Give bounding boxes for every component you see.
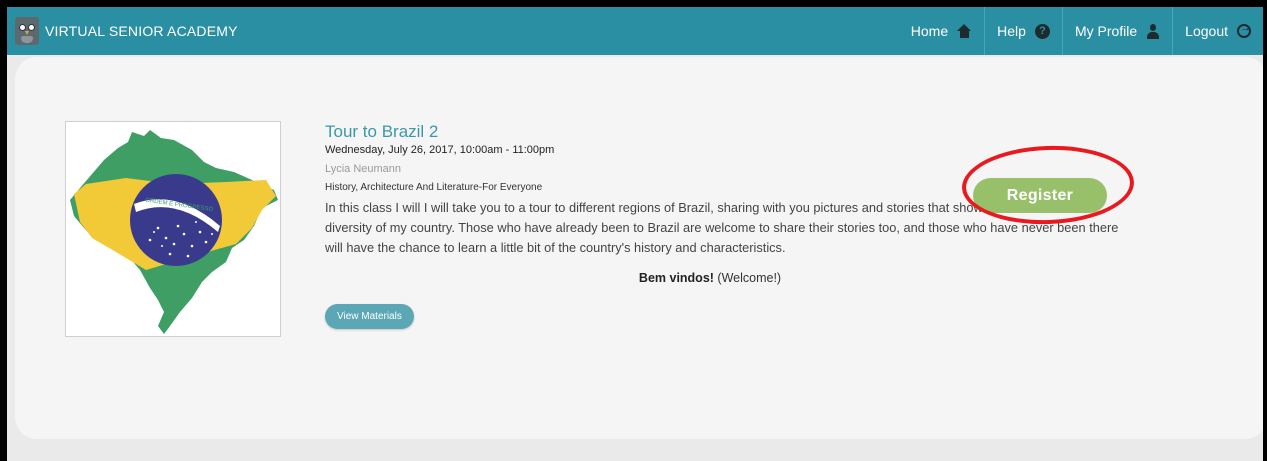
nav-logout-label: Logout [1185, 23, 1228, 39]
class-card: ORDEM E PROGRESSO Tour to Brazil 2 Wedne… [15, 57, 1263, 439]
nav-menu: Home Help ? My Profile Logout [899, 7, 1263, 55]
home-icon [957, 24, 972, 38]
welcome-line: Bem vindos! (Welcome!) [325, 271, 1125, 285]
brand[interactable]: VIRTUAL SENIOR ACADEMY [15, 16, 238, 46]
top-navbar: VIRTUAL SENIOR ACADEMY Home Help ? My Pr… [7, 7, 1263, 55]
nav-help-label: Help [997, 23, 1026, 39]
nav-home[interactable]: Home [899, 7, 984, 55]
app-window: VIRTUAL SENIOR ACADEMY Home Help ? My Pr… [7, 7, 1263, 461]
brazil-flag-map-image: ORDEM E PROGRESSO [70, 130, 278, 334]
nav-home-label: Home [910, 23, 949, 39]
logout-icon [1237, 22, 1251, 38]
help-icon: ? [1034, 23, 1050, 39]
view-materials-button[interactable]: View Materials [325, 304, 414, 329]
brand-name: VIRTUAL SENIOR ACADEMY [45, 23, 238, 39]
nav-help[interactable]: Help ? [984, 7, 1062, 55]
nav-my-profile[interactable]: My Profile [1061, 7, 1172, 55]
class-title[interactable]: Tour to Brazil 2 [325, 122, 1125, 142]
welcome-translation: (Welcome!) [713, 271, 782, 285]
nav-profile-label: My Profile [1074, 23, 1138, 39]
nav-logout[interactable]: Logout [1172, 7, 1263, 55]
welcome-bold: Bem vindos! [638, 271, 714, 285]
user-icon [1146, 23, 1160, 39]
owl-logo-icon [15, 17, 39, 45]
class-image: ORDEM E PROGRESSO [65, 121, 281, 337]
